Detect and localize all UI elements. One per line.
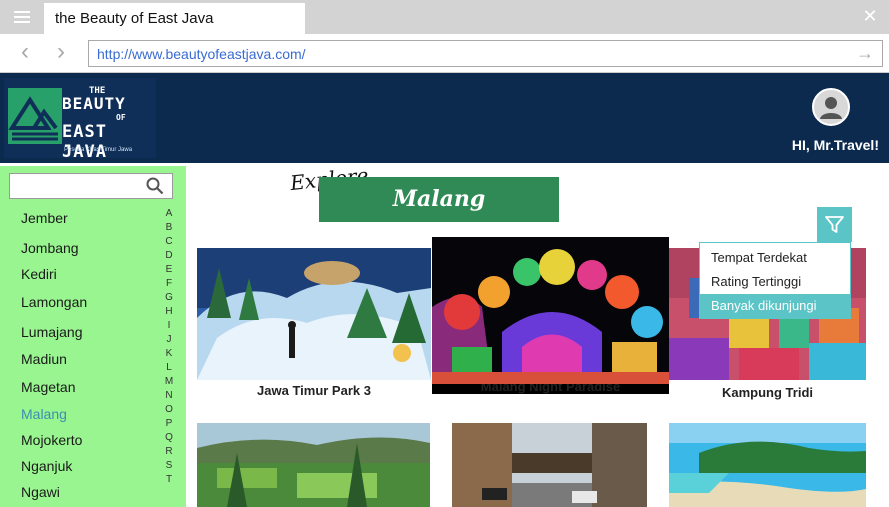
alphabet-letter[interactable]: G — [163, 292, 175, 303]
tab-title: the Beauty of East Java — [55, 10, 214, 27]
site-header: THE BEAUTY OF EAST JAVA Pesona Khas Timu… — [0, 73, 889, 163]
city-item-jombang[interactable]: Jombang — [21, 240, 79, 256]
place-photo — [432, 237, 669, 384]
alphabet-letter[interactable]: P — [163, 418, 175, 429]
search-icon[interactable] — [146, 177, 164, 195]
place-name: Malang Night Paradise — [480, 384, 621, 394]
alphabet-letter[interactable]: N — [163, 390, 175, 401]
filter-icon — [825, 216, 844, 233]
alphabet-letter[interactable]: A — [163, 208, 175, 219]
place-name: Jawa Timur Park 3 — [257, 383, 371, 398]
place-photo — [452, 423, 647, 507]
alphabet-letter[interactable]: E — [163, 264, 175, 275]
place-card[interactable] — [197, 423, 430, 507]
city-item-madiun[interactable]: Madiun — [21, 351, 67, 367]
city-item-malang[interactable]: Malang — [21, 406, 67, 422]
sidebar: Jember Jombang Kediri Lamongan Lumajang Madiu… — [0, 166, 186, 507]
place-photo — [669, 423, 866, 507]
go-arrow-icon[interactable]: → — [856, 43, 874, 64]
url-field[interactable]: http://www.beautyofeastjava.com/ → — [88, 40, 883, 67]
menu-icon[interactable] — [8, 7, 36, 27]
alphabet-letter[interactable]: B — [163, 222, 175, 233]
city-title: Malang — [392, 186, 486, 212]
filter-option[interactable]: Banyak dikunjungi — [700, 294, 850, 318]
alphabet-letter[interactable]: D — [163, 250, 175, 261]
alphabet-letter[interactable]: R — [163, 446, 175, 457]
alphabet-letter[interactable]: I — [163, 320, 175, 331]
logo-text-of: OF — [116, 113, 126, 122]
logo-text-beauty: BEAUTY — [62, 94, 126, 113]
alphabet-letter[interactable]: H — [163, 306, 175, 317]
city-item-kediri[interactable]: Kediri — [21, 266, 57, 282]
alphabet-letter[interactable]: T — [163, 474, 175, 485]
filter-option[interactable]: Tempat Terdekat — [700, 246, 850, 270]
browser-tab[interactable]: the Beauty of East Java — [44, 3, 305, 34]
back-icon[interactable]: ‹ — [14, 40, 36, 64]
alphabet-letter[interactable]: M — [163, 376, 175, 387]
user-greeting: HI, Mr.Travel! — [791, 137, 879, 153]
city-item-ngawi[interactable]: Ngawi — [21, 484, 60, 500]
address-bar: ‹ › http://www.beautyofeastjava.com/ → — [0, 34, 889, 73]
city-item-mojokerto[interactable]: Mojokerto — [21, 432, 82, 448]
alphabet-letter[interactable]: J — [163, 334, 175, 345]
filter-button[interactable] — [817, 207, 852, 242]
place-card[interactable] — [452, 423, 647, 507]
place-card-featured[interactable]: Malang Night Paradise — [432, 237, 669, 394]
logo-tagline: Pesona Khas Timur Jawa — [64, 147, 133, 153]
place-photo — [197, 423, 430, 507]
browser-window: the Beauty of East Java ✕ ‹ › http://www… — [0, 0, 889, 507]
filter-option[interactable]: Rating Tertinggi — [700, 270, 850, 294]
forward-icon[interactable]: › — [50, 40, 72, 64]
user-avatar-icon[interactable] — [812, 88, 850, 126]
city-item-jember[interactable]: Jember — [21, 210, 68, 226]
alphabet-letter[interactable]: S — [163, 460, 175, 471]
place-name: Kampung Tridi — [722, 385, 813, 400]
city-item-lamongan[interactable]: Lamongan — [21, 294, 87, 310]
place-card[interactable]: Jawa Timur Park 3 — [197, 248, 431, 398]
alphabet-letter[interactable]: L — [163, 362, 175, 373]
logo-text-east-java: EAST JAVA — [62, 122, 107, 162]
place-photo — [197, 248, 431, 380]
tab-bar: the Beauty of East Java ✕ — [0, 0, 889, 34]
filter-dropdown: Tempat Terdekat Rating Tertinggi Banyak di… — [699, 242, 851, 319]
close-icon[interactable]: ✕ — [861, 6, 879, 26]
city-item-nganjuk[interactable]: Nganjuk — [21, 458, 72, 474]
mountain-logo-icon — [8, 88, 62, 144]
alphabet-letter[interactable]: K — [163, 348, 175, 359]
search-box — [9, 173, 173, 199]
city-item-magetan[interactable]: Magetan — [21, 379, 75, 395]
alphabet-letter[interactable]: F — [163, 278, 175, 289]
city-banner: Malang — [319, 177, 559, 222]
place-card[interactable] — [669, 423, 866, 507]
search-input[interactable] — [10, 174, 140, 198]
alphabet-letter[interactable]: O — [163, 404, 175, 415]
url-text: http://www.beautyofeastjava.com/ — [97, 46, 306, 62]
logo[interactable]: THE BEAUTY OF EAST JAVA Pesona Khas Timu… — [4, 78, 156, 162]
city-item-lumajang[interactable]: Lumajang — [21, 324, 83, 340]
alphabet-letter[interactable]: C — [163, 236, 175, 247]
alphabet-letter[interactable]: Q — [163, 432, 175, 443]
